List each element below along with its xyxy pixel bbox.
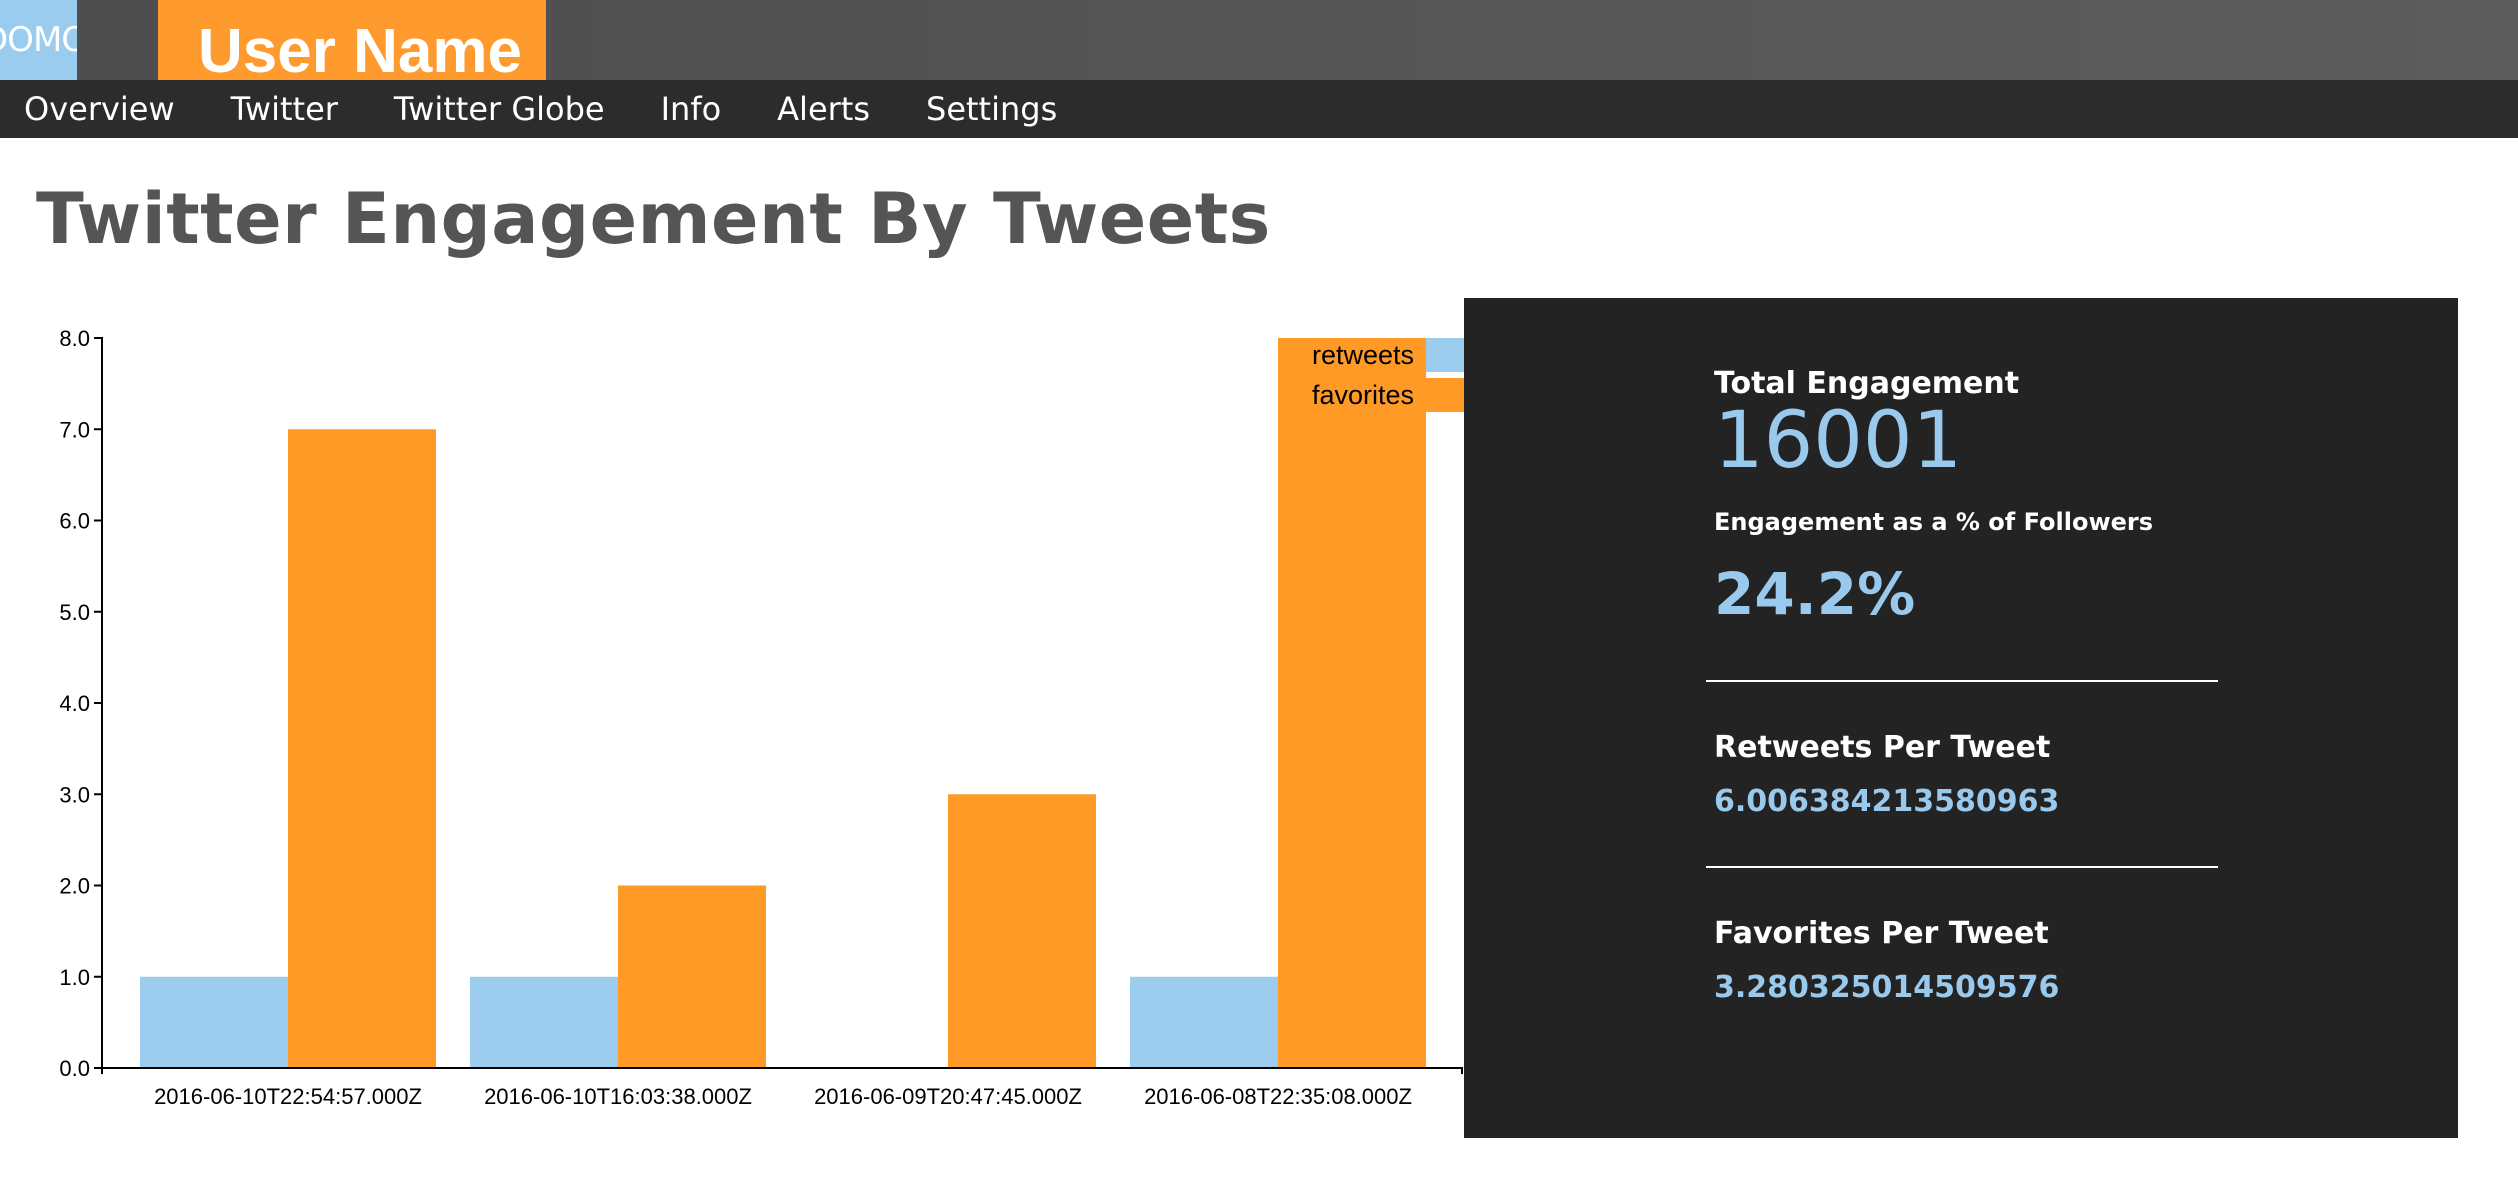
engagement-bar-chart: 2016-06-10T22:54:57.000Z 2016-06-10T16:03… bbox=[59, 326, 1464, 1109]
y-tick-label: 8.0 bbox=[59, 326, 90, 351]
bar-retweets-3 bbox=[1130, 976, 1278, 1068]
x-tick-label: 2016-06-09T20:47:45.000Z bbox=[814, 1084, 1082, 1109]
x-tick-label: 2016-06-10T16:03:38.000Z bbox=[484, 1084, 752, 1109]
y-tick-label: 4.0 bbox=[59, 691, 90, 716]
favorites-per-tweet-value: 3.280325014509576 bbox=[1714, 970, 2060, 1005]
page-title: Twitter Engagement By Tweets bbox=[36, 178, 1271, 260]
nav-item-twitter-globe[interactable]: Twitter Globe bbox=[394, 90, 605, 128]
top-header: DOMO User Name bbox=[0, 0, 2518, 80]
bar-retweets-1 bbox=[470, 976, 618, 1068]
user-name-tab[interactable]: User Name bbox=[158, 0, 546, 80]
domo-logo[interactable]: DOMO bbox=[0, 0, 77, 80]
y-tick-label: 1.0 bbox=[59, 965, 90, 990]
bar-favorites-1 bbox=[618, 885, 766, 1068]
retweets-per-tweet-value: 6.006384213580963 bbox=[1714, 784, 2060, 819]
x-tick-label: 2016-06-08T22:35:08.000Z bbox=[1144, 1084, 1412, 1109]
legend-label-retweets: retweets bbox=[1312, 340, 1414, 370]
bar-retweets-0 bbox=[140, 976, 288, 1068]
legend-swatch-retweets bbox=[1426, 338, 1464, 372]
legend-label-favorites: favorites bbox=[1312, 380, 1414, 410]
favorites-per-tweet-label: Favorites Per Tweet bbox=[1714, 916, 2049, 951]
bar-favorites-3 bbox=[1278, 338, 1426, 1068]
x-tick-label: 2016-06-10T22:54:57.000Z bbox=[154, 1084, 422, 1109]
legend-swatch-favorites bbox=[1426, 378, 1464, 412]
bar-favorites-2 bbox=[948, 794, 1096, 1068]
engagement-pct-value: 24.2% bbox=[1714, 560, 1916, 628]
stats-divider-2 bbox=[1706, 866, 2218, 868]
y-tick-label: 2.0 bbox=[59, 874, 90, 899]
engagement-pct-label: Engagement as a % of Followers bbox=[1714, 508, 2154, 536]
total-engagement-value: 16001 bbox=[1714, 396, 1963, 486]
nav-item-settings[interactable]: Settings bbox=[926, 90, 1057, 128]
y-tick-label: 5.0 bbox=[59, 600, 90, 625]
main-nav: Overview Twitter Twitter Globe Info Aler… bbox=[0, 80, 2518, 138]
y-tick-label: 0.0 bbox=[59, 1056, 90, 1081]
bar-favorites-0 bbox=[288, 429, 436, 1068]
y-tick-label: 7.0 bbox=[59, 417, 90, 442]
y-tick-label: 3.0 bbox=[59, 782, 90, 807]
stats-panel: Total Engagement 16001 Engagement as a %… bbox=[1464, 298, 2458, 1138]
nav-item-overview[interactable]: Overview bbox=[24, 90, 175, 128]
nav-item-twitter[interactable]: Twitter bbox=[231, 90, 338, 128]
nav-item-info[interactable]: Info bbox=[661, 90, 722, 128]
retweets-per-tweet-label: Retweets Per Tweet bbox=[1714, 730, 2051, 765]
stats-divider-1 bbox=[1706, 680, 2218, 682]
nav-item-alerts[interactable]: Alerts bbox=[777, 90, 870, 128]
y-tick-label: 6.0 bbox=[59, 509, 90, 534]
